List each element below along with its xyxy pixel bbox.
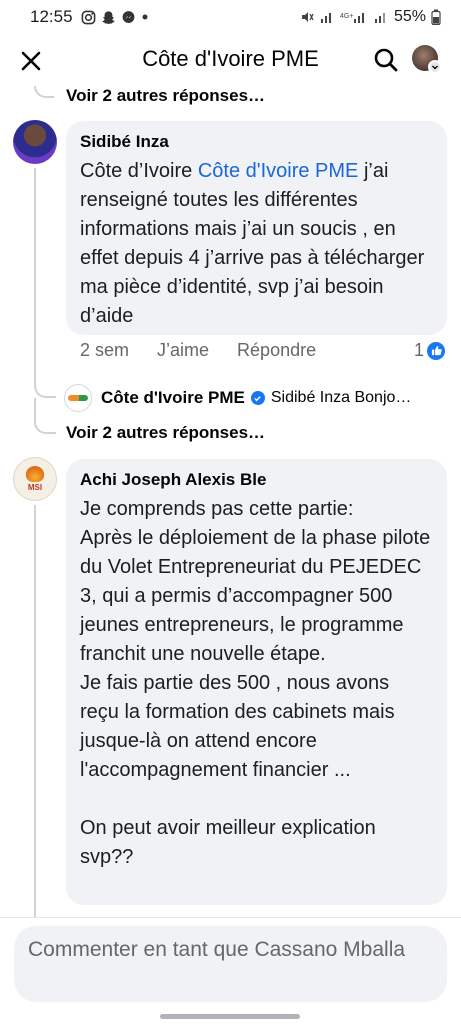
flame-logo-icon [26, 466, 44, 482]
reply-author[interactable]: Côte d'Ivoire PME [101, 388, 245, 408]
4g-signal-icon: 4G+ [340, 13, 364, 23]
dot-icon [142, 14, 148, 20]
mention-link[interactable]: Côte d'Ivoire PME [198, 160, 359, 182]
profile-menu-button[interactable] [410, 42, 444, 76]
thread-line [34, 168, 36, 368]
like-icon [427, 341, 446, 360]
brand-logo [68, 395, 88, 401]
comment-text: Côte d’Ivoire Côte d'Ivoire PME j’ai ren… [80, 157, 433, 331]
verified-badge-icon [250, 391, 265, 405]
status-bar: 12:55 4G+ 55% [0, 0, 461, 34]
header-bar: Côte d'Ivoire PME [0, 34, 461, 86]
battery-icon [431, 9, 441, 25]
instagram-icon [81, 10, 95, 24]
comment-author[interactable]: Sidibé Inza [80, 131, 433, 153]
chevron-down-icon [428, 60, 442, 74]
snapchat-icon [101, 10, 115, 24]
avatar-logo-text: MSI [27, 483, 43, 492]
comment-bubble: Achi Joseph Alexis Ble Je comprends pas … [66, 459, 447, 905]
svg-text:4G+: 4G+ [340, 13, 353, 20]
comment-author[interactable]: Achi Joseph Alexis Ble [80, 469, 433, 491]
thread-connector [34, 360, 56, 398]
comment-actions-partial [0, 905, 461, 917]
thread-connector [34, 86, 54, 98]
comment-text-start: Côte d’Ivoire [80, 160, 198, 182]
comment-timestamp: 2 sem [80, 340, 130, 360]
search-icon [374, 48, 398, 72]
notification-icons [81, 10, 149, 25]
reaction-count-value: 1 [414, 340, 425, 360]
reaction-count[interactable]: 1 [414, 340, 446, 361]
reply-preview[interactable]: Côte d'Ivoire PME Sidibé Inza Bonjo… [64, 382, 454, 414]
reply-snippet: Sidibé Inza Bonjo… [270, 389, 412, 406]
reply-button[interactable]: Répondre [237, 340, 316, 361]
status-time: 12:55 [30, 7, 73, 26]
like-button[interactable]: J’aime [157, 340, 209, 361]
status-right: 4G+ 55% [300, 8, 441, 26]
mute-icon [301, 12, 314, 22]
thread-connector [34, 398, 56, 434]
home-indicator[interactable] [160, 1014, 300, 1019]
comment-text-rest: j’ai renseigné toutes les différentes in… [80, 160, 425, 327]
comment-text: Je comprends pas cette partie: Après le … [80, 498, 431, 868]
facebook-messenger-icon [122, 10, 134, 23]
see-more-replies-link[interactable]: Voir 2 autres réponses… [66, 86, 265, 106]
comment-composer: Commenter en tant que Cassano Mballa [0, 917, 461, 1024]
comment-input[interactable]: Commenter en tant que Cassano Mballa [14, 926, 447, 1002]
page-avatar [64, 384, 92, 412]
avatar[interactable] [13, 120, 57, 164]
battery-percent: 55% [393, 8, 426, 25]
comment-bubble: Sidibé Inza Côte d’Ivoire Côte d'Ivoire … [66, 121, 447, 335]
thread-line [34, 505, 36, 917]
search-button[interactable] [370, 44, 402, 76]
avatar[interactable]: MSI [13, 457, 57, 501]
signal-icon [374, 13, 385, 23]
wifi-icon [320, 13, 331, 23]
comment-actions: 2 sem J’aime Répondre [80, 340, 344, 361]
see-more-replies-link[interactable]: Voir 2 autres réponses… [66, 423, 265, 443]
